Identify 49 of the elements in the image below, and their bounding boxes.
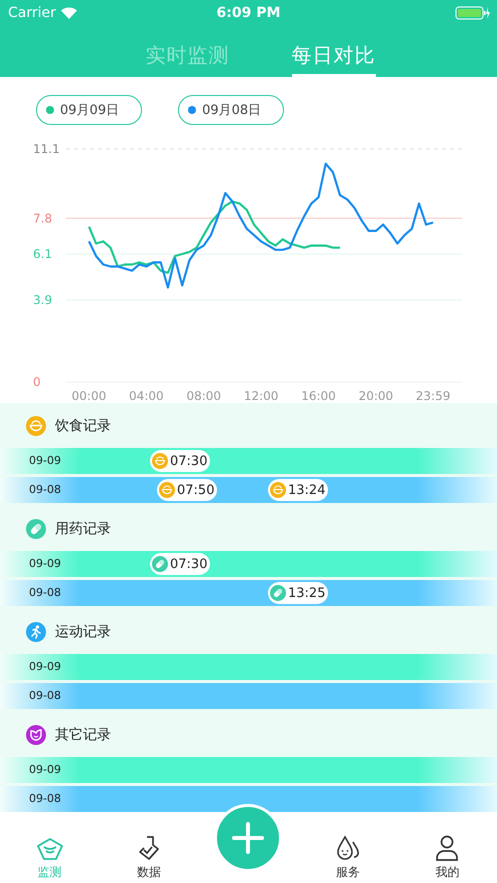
battery-icon — [455, 6, 491, 20]
y-axis-label: 6.1 — [33, 246, 52, 261]
date-chip[interactable]: 09月08日 — [178, 95, 284, 125]
reference-label: 7.8 — [33, 211, 52, 226]
y-axis-label: 0 — [33, 375, 41, 389]
event-chip[interactable]: 13:24 — [268, 479, 328, 501]
row-date: 09-08 — [29, 586, 61, 599]
carrier-label: Carrier — [8, 5, 56, 21]
x-axis-label: 12:00 — [244, 389, 278, 403]
bowl-icon — [26, 416, 46, 436]
x-axis-label: 16:00 — [301, 389, 336, 403]
row-date: 09-08 — [29, 689, 61, 702]
event-chip[interactable]: 07:50 — [157, 479, 218, 501]
wave-icon — [36, 837, 64, 861]
nav-tab[interactable]: 服务 — [298, 818, 398, 883]
event-chip[interactable]: 07:30 — [150, 553, 210, 575]
section-title: 运动记录 — [55, 622, 111, 640]
bowl-icon — [159, 482, 175, 498]
bowl-icon — [152, 453, 168, 469]
section-title: 其它记录 — [55, 726, 111, 744]
plus-icon — [232, 822, 264, 854]
wifi-icon — [60, 7, 77, 19]
nav-tab[interactable]: 我的 — [398, 818, 497, 883]
row-date: 09-09 — [29, 557, 61, 570]
nav-tab[interactable]: 数据 — [99, 818, 199, 883]
x-axis-label: 23:59 — [416, 389, 450, 403]
row-date: 09-09 — [29, 660, 61, 673]
pill-icon — [152, 556, 168, 572]
pill-icon — [26, 518, 46, 538]
x-axis-label: 20:00 — [358, 389, 394, 403]
x-axis-label: 04:00 — [129, 389, 164, 403]
row-date: 09-09 — [29, 454, 61, 467]
row-date: 09-08 — [29, 483, 61, 496]
bowl-icon — [270, 482, 286, 498]
row-date: 09-08 — [29, 792, 61, 805]
clock-time: 6:09 PM — [216, 5, 280, 21]
event-chip[interactable]: 07:30 — [150, 450, 210, 472]
section-title: 饮食记录 — [55, 416, 111, 434]
person-icon — [435, 835, 460, 861]
section-title: 用药记录 — [55, 520, 111, 538]
runner-icon — [26, 622, 46, 642]
date-chip[interactable]: 09月09日 — [36, 95, 142, 125]
y-axis-label: 11.1 — [33, 142, 60, 156]
y-axis-label: 3.9 — [33, 293, 52, 308]
row-date: 09-09 — [29, 763, 61, 776]
event-chip[interactable]: 13:25 — [268, 582, 328, 604]
x-axis-label: 00:00 — [72, 389, 106, 403]
x-axis-label: 08:00 — [186, 389, 222, 403]
pill-icon — [270, 585, 286, 601]
